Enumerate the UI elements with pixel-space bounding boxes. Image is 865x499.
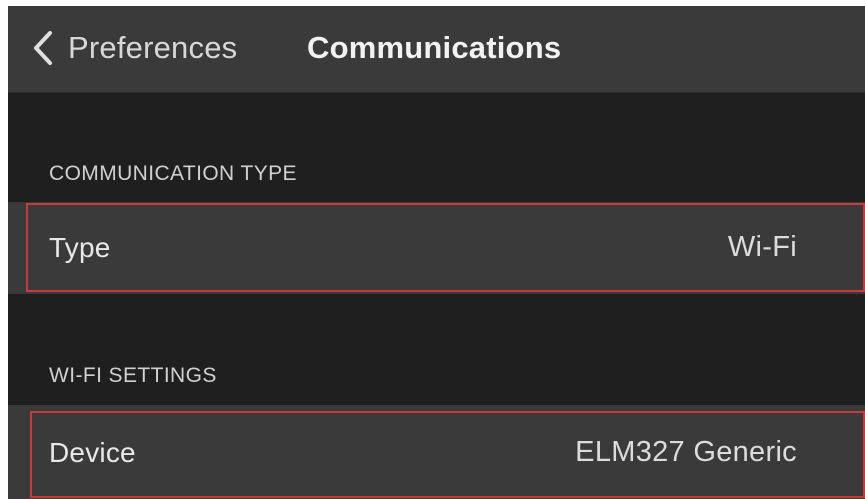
navigation-bar: Preferences Communications xyxy=(8,6,865,93)
page-title: Communications xyxy=(307,30,562,65)
back-button[interactable]: Preferences xyxy=(32,24,237,72)
chevron-left-icon xyxy=(34,31,52,65)
communications-screen: Preferences Communications COMMUNICATION… xyxy=(8,6,865,499)
section-header-wifi-settings: WI-FI SETTINGS xyxy=(49,364,217,387)
device-label: Device xyxy=(49,437,136,468)
type-value: Wi-Fi xyxy=(727,231,797,263)
device-value: ELM327 Generic xyxy=(575,436,797,468)
device-row[interactable]: Device ELM327 Generic xyxy=(8,405,865,499)
type-row[interactable]: Type Wi-Fi xyxy=(8,202,865,294)
back-label: Preferences xyxy=(68,30,238,65)
type-label: Type xyxy=(49,232,111,263)
section-header-communication-type: COMMUNICATION TYPE xyxy=(49,162,297,185)
